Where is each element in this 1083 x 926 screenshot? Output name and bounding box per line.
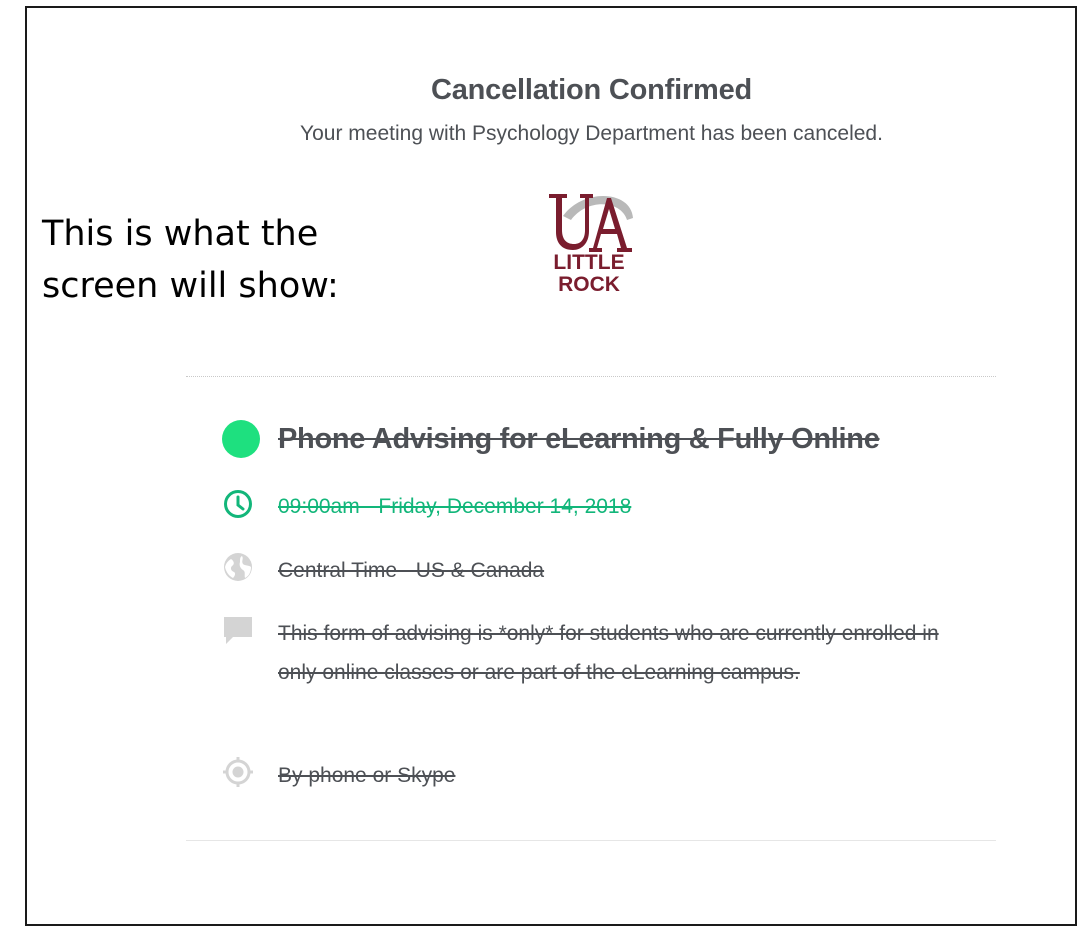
event-timezone-row: Central Time - US & Canada <box>222 551 544 590</box>
divider <box>186 840 996 841</box>
event-time-row: 09:00am - Friday, December 14, 2018 <box>222 488 631 526</box>
event-timezone: Central Time - US & Canada <box>278 559 545 582</box>
globe-icon <box>224 553 252 581</box>
logo-word-little: LITTLE <box>553 251 624 274</box>
event-color-dot <box>222 420 260 458</box>
event-location-row: By phone or Skype <box>222 756 455 795</box>
page-title: Cancellation Confirmed <box>430 74 753 106</box>
event-description-row: This form of advising is *only* for stud… <box>222 614 958 692</box>
location-target-icon <box>223 757 253 787</box>
ua-little-rock-logo: LITTLE ROCK UA <box>543 190 635 294</box>
annotation-text: This is what the screen will show: <box>42 214 339 306</box>
event-title-row: Phone Advising for eLearning & Fully Onl… <box>222 420 880 458</box>
speech-bubble-icon <box>224 617 252 644</box>
event-description: This form of advising is *only* for stud… <box>278 622 939 684</box>
divider <box>186 376 996 377</box>
logo-word-rock: ROCK <box>558 273 620 294</box>
event-title: Phone Advising for eLearning & Fully Onl… <box>278 422 880 455</box>
cancellation-message: Your meeting with Psychology Department … <box>300 122 883 145</box>
clock-icon <box>224 490 252 518</box>
event-time: 09:00am - Friday, December 14, 2018 <box>278 495 632 518</box>
event-location: By phone or Skype <box>278 764 456 787</box>
